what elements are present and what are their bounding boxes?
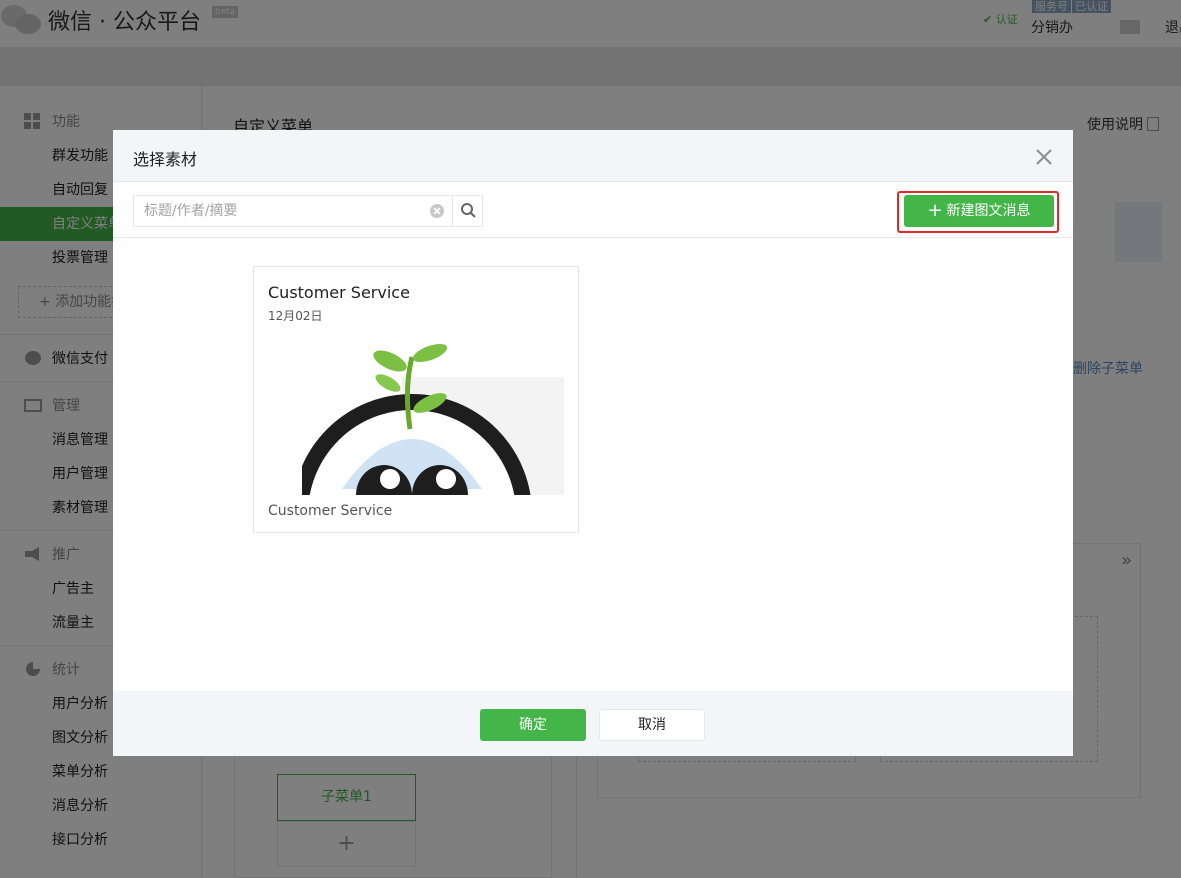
search-input[interactable] bbox=[134, 196, 452, 226]
material-cover-image bbox=[302, 339, 564, 495]
material-title: Customer Service bbox=[268, 283, 410, 302]
material-digest: Customer Service bbox=[268, 503, 393, 519]
dialog-footer: 确定 取消 bbox=[113, 691, 1073, 756]
confirm-button[interactable]: 确定 bbox=[480, 709, 586, 741]
plus-icon: + bbox=[927, 200, 943, 221]
dialog-header: 选择素材 bbox=[113, 130, 1073, 182]
dialog-title: 选择素材 bbox=[133, 150, 198, 169]
close-icon[interactable] bbox=[1033, 146, 1055, 168]
select-material-dialog: 选择素材 +新建图文消息 Customer Service 12月02日 bbox=[113, 130, 1073, 756]
material-date: 12月02日 bbox=[268, 309, 323, 323]
clear-search-icon[interactable] bbox=[430, 204, 444, 218]
cancel-button[interactable]: 取消 bbox=[599, 709, 705, 741]
material-card[interactable]: Customer Service 12月02日 Customer Service bbox=[253, 266, 579, 533]
search-button[interactable] bbox=[452, 196, 483, 226]
search-box bbox=[133, 195, 483, 227]
new-article-button[interactable]: + 新建图文消息 bbox=[904, 195, 1054, 227]
search-icon bbox=[461, 203, 476, 218]
toolbar-divider bbox=[113, 237, 1073, 238]
